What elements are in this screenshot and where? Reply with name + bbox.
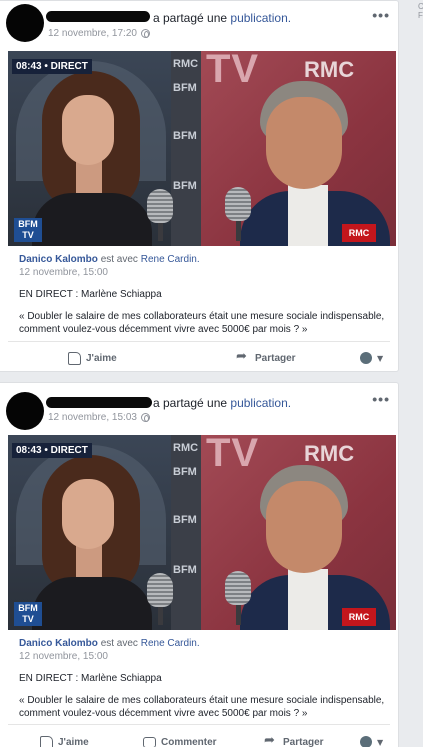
bfm-wall-text: BFM <box>173 82 197 94</box>
microphone-icon <box>225 187 251 221</box>
bfm-logo: BFM TV <box>14 602 42 626</box>
profile-mini-avatar <box>360 352 372 364</box>
share-button[interactable]: Partager <box>236 349 296 364</box>
share-text: a partagé une <box>153 396 228 410</box>
chevron-down-icon: ▼ <box>377 737 384 747</box>
feed-post: a partagé une publication. 12 novembre, … <box>0 0 399 372</box>
bfm-wall-text: BFM <box>173 466 197 478</box>
post-timestamp[interactable]: 12 novembre, 15:03 <box>48 412 150 423</box>
post-headline: EN DIRECT : Marlène Schiappa <box>19 289 162 300</box>
post-quote: « Doubler le salaire de mes collaborateu… <box>19 311 385 335</box>
bfm-wall-text: RMC <box>173 442 199 454</box>
video-thumbnail[interactable]: RMC BFM BFM BFM TV RMC 08:43 • DIRECT BF… <box>8 435 396 630</box>
rmc-logo: RMC <box>342 224 376 242</box>
share-line: a partagé une publication. <box>153 396 291 410</box>
like-button[interactable]: J'aime <box>68 351 117 365</box>
avatar[interactable] <box>6 392 44 430</box>
share-button[interactable]: Partager <box>264 733 324 747</box>
comment-bubble-icon <box>143 736 156 747</box>
microphone-icon <box>147 189 173 223</box>
with-text: est avec <box>100 638 138 649</box>
like-label: J'aime <box>58 736 89 747</box>
bfm-logo: BFM TV <box>14 218 42 242</box>
post-quote: « Doubler le salaire de mes collaborateu… <box>19 695 385 719</box>
bfm-wall-text: RMC <box>173 58 199 70</box>
inner-timestamp[interactable]: 12 novembre, 15:00 <box>19 266 390 279</box>
chevron-down-icon: ▼ <box>377 353 384 363</box>
share-arrow-icon <box>264 733 278 747</box>
share-line: a partagé une publication. <box>153 11 291 25</box>
more-options-icon[interactable]: ••• <box>372 7 390 23</box>
right-column-edge <box>419 0 423 747</box>
live-badge: 08:43 • DIRECT <box>12 59 92 74</box>
divider <box>8 724 390 725</box>
audience-selector[interactable]: ▼ <box>360 736 383 747</box>
video-thumbnail[interactable]: RMC BFM BFM BFM TV RMC 08:43 • DIRECT BF… <box>8 51 396 246</box>
guest-figure <box>32 455 152 630</box>
like-label: J'aime <box>86 352 117 364</box>
action-bar: J'aime Commenter Partager ▼ <box>8 729 390 747</box>
host-figure <box>240 81 390 246</box>
tagged-person[interactable]: Rene Cardin. <box>141 638 200 649</box>
bfm-wall-text: BFM <box>173 564 197 576</box>
share-label: Partager <box>283 736 324 747</box>
comment-label: Commenter <box>161 736 217 747</box>
with-text: est avec <box>100 254 138 265</box>
host-figure <box>240 465 390 630</box>
bfm-wall-text: BFM <box>173 130 197 142</box>
author-name[interactable]: Danico Kalombo <box>19 638 98 649</box>
microphone-icon <box>225 571 251 605</box>
right-column-text: C F <box>418 2 423 20</box>
share-arrow-icon <box>236 349 250 364</box>
share-label: Partager <box>255 352 296 364</box>
thumbs-up-icon <box>40 735 53 747</box>
globe-icon <box>140 29 150 38</box>
like-button[interactable]: J'aime <box>40 735 89 747</box>
action-bar: J'aime Partager ▼ <box>8 345 390 371</box>
rmc-logo: RMC <box>342 608 376 626</box>
profile-mini-avatar <box>360 736 372 747</box>
inner-timestamp[interactable]: 12 novembre, 15:00 <box>19 650 390 663</box>
share-text: a partagé une <box>153 11 228 25</box>
more-options-icon[interactable]: ••• <box>372 391 390 407</box>
publication-link[interactable]: publication. <box>230 396 291 410</box>
redacted-name <box>46 397 152 408</box>
audience-selector[interactable]: ▼ <box>360 352 383 364</box>
feed-post: a partagé une publication. 12 novembre, … <box>0 382 399 747</box>
rmc-wall-text: RMC <box>304 441 355 466</box>
thumbs-up-icon <box>68 351 81 365</box>
bfm-wall-text: BFM <box>173 514 197 526</box>
bfm-wall-text: BFM <box>173 180 197 192</box>
bfm-column <box>171 435 201 630</box>
microphone-icon <box>147 573 173 607</box>
comment-button[interactable]: Commenter <box>143 736 217 747</box>
redacted-name <box>46 11 150 22</box>
tagged-person[interactable]: Rene Cardin. <box>141 254 200 265</box>
post-timestamp[interactable]: 12 novembre, 17:20 <box>48 28 150 39</box>
author-name[interactable]: Danico Kalombo <box>19 254 98 265</box>
timestamp-text: 12 novembre, 17:20 <box>48 28 137 39</box>
avatar[interactable] <box>6 4 44 42</box>
timestamp-text: 12 novembre, 15:03 <box>48 412 137 423</box>
post-headline: EN DIRECT : Marlène Schiappa <box>19 673 162 684</box>
live-badge: 08:43 • DIRECT <box>12 443 92 458</box>
rmc-wall-text: RMC <box>304 57 355 82</box>
divider <box>8 341 390 342</box>
globe-icon <box>140 413 150 422</box>
publication-link[interactable]: publication. <box>230 11 291 25</box>
shared-post-content: Danico Kalombo est avec Rene Cardin. 12 … <box>19 637 390 720</box>
shared-post-content: Danico Kalombo est avec Rene Cardin. 12 … <box>19 253 390 336</box>
guest-figure <box>32 71 152 246</box>
bfm-column <box>171 51 201 246</box>
